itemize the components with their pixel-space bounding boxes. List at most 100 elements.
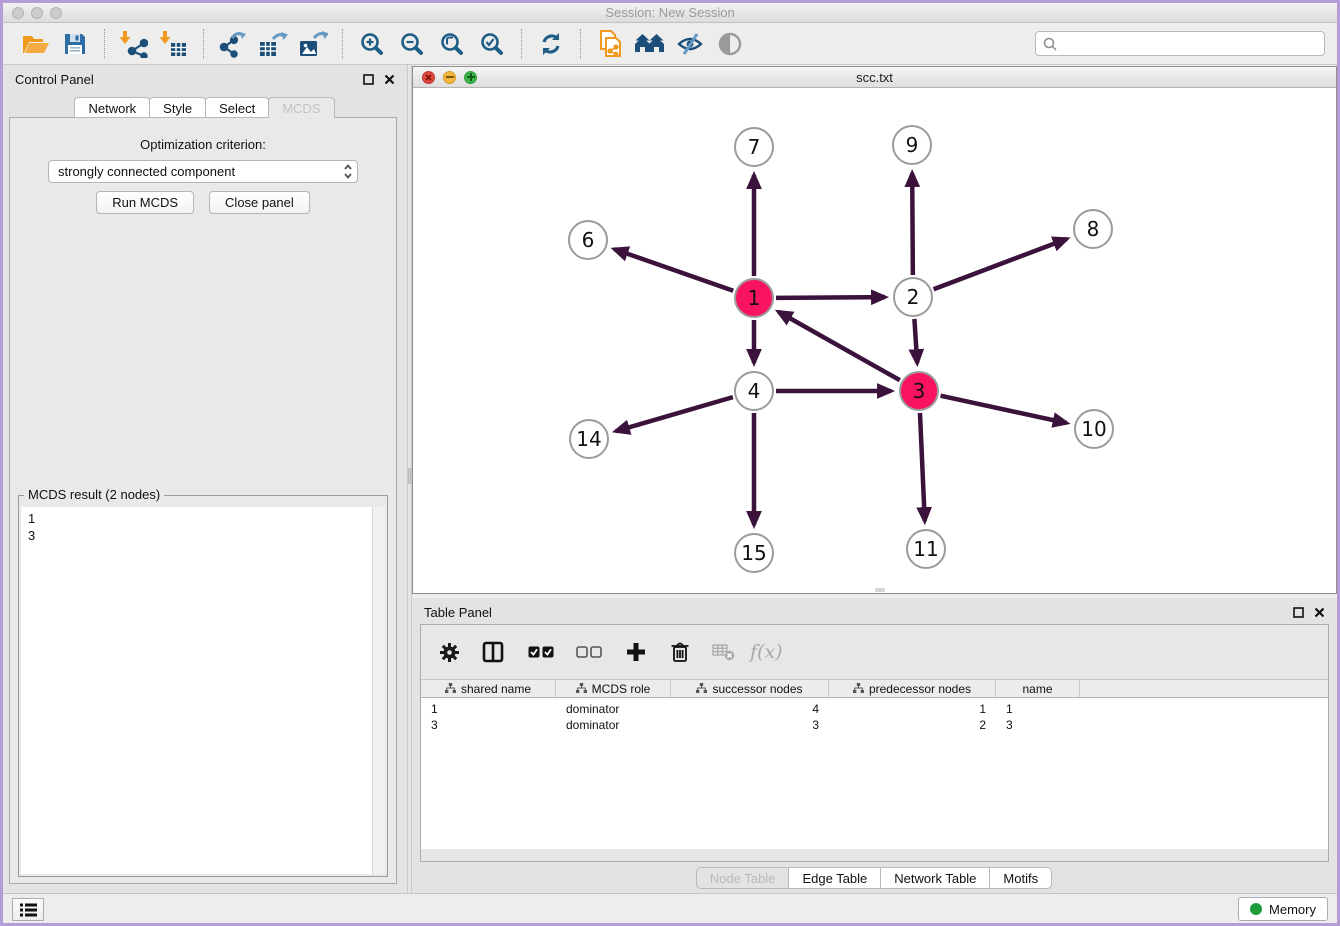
eye-slash-icon[interactable] bbox=[670, 26, 710, 62]
tab-style[interactable]: Style bbox=[149, 97, 206, 118]
tab-mcds[interactable]: MCDS bbox=[268, 97, 334, 118]
graph-node-11[interactable]: 11 bbox=[906, 529, 946, 569]
canvas-resize-grip[interactable] bbox=[875, 588, 885, 592]
table-body: 1dominator4113dominator323 bbox=[421, 698, 1328, 849]
zoom-out-icon[interactable] bbox=[392, 26, 432, 62]
main-toolbar bbox=[3, 23, 1337, 65]
run-mcds-button[interactable]: Run MCDS bbox=[96, 191, 194, 214]
network-view-window: scc.txt 7968124314101511 bbox=[412, 66, 1337, 594]
eye-icon[interactable] bbox=[710, 26, 750, 62]
graph-edge[interactable] bbox=[776, 297, 885, 298]
graph-edge[interactable] bbox=[934, 239, 1067, 289]
mcds-result-item: 3 bbox=[28, 527, 378, 544]
tab-network-table[interactable]: Network Table bbox=[880, 867, 990, 889]
table-cell[interactable]: 3 bbox=[996, 718, 1080, 732]
graph-edge[interactable] bbox=[914, 319, 917, 363]
table-cell[interactable]: dominator bbox=[556, 718, 671, 732]
network-canvas[interactable]: 7 9 6 8 1 2 4 3 14 10 15 11 bbox=[413, 88, 1336, 593]
import-table-icon[interactable] bbox=[154, 26, 194, 62]
table-cell[interactable]: 4 bbox=[671, 702, 829, 716]
graph-node-8[interactable]: 8 bbox=[1073, 209, 1113, 249]
table-cell[interactable]: dominator bbox=[556, 702, 671, 716]
table-cell[interactable]: 1 bbox=[421, 702, 556, 716]
control-panel-title: Control Panel bbox=[15, 72, 94, 87]
optimization-criterion-select[interactable]: strongly connected component bbox=[48, 160, 358, 183]
import-network-icon[interactable] bbox=[114, 26, 154, 62]
split-columns-icon[interactable] bbox=[482, 641, 504, 663]
close-panel-icon[interactable] bbox=[384, 74, 395, 85]
table-cell[interactable]: 1 bbox=[996, 702, 1080, 716]
graph-node-3[interactable]: 3 bbox=[899, 371, 939, 411]
graph-node-1[interactable]: 1 bbox=[734, 278, 774, 318]
tab-select[interactable]: Select bbox=[205, 97, 269, 118]
close-panel-icon[interactable] bbox=[1314, 607, 1325, 618]
graph-edge[interactable] bbox=[920, 413, 925, 521]
window-titlebar: Session: New Session bbox=[3, 3, 1337, 23]
plus-icon[interactable] bbox=[626, 642, 646, 662]
column-label: predecessor nodes bbox=[869, 682, 971, 696]
graph-edge[interactable] bbox=[778, 312, 899, 380]
checkboxes-unchecked-icon[interactable] bbox=[576, 646, 602, 658]
save-session-icon[interactable] bbox=[55, 26, 95, 62]
task-history-button[interactable] bbox=[12, 898, 44, 921]
zoom-selected-icon[interactable] bbox=[472, 26, 512, 62]
table-cell[interactable]: 3 bbox=[421, 718, 556, 732]
main-area: Control Panel NetworkStyleSelectMCDS Opt… bbox=[3, 65, 1337, 893]
export-table-icon[interactable] bbox=[253, 26, 293, 62]
result-scrollbar[interactable] bbox=[372, 507, 385, 874]
float-panel-icon[interactable] bbox=[363, 74, 374, 85]
splitter-grip[interactable] bbox=[408, 468, 411, 484]
export-network-icon[interactable] bbox=[213, 26, 253, 62]
graph-node-7[interactable]: 7 bbox=[734, 127, 774, 167]
memory-label: Memory bbox=[1269, 902, 1316, 917]
tab-network[interactable]: Network bbox=[74, 97, 150, 118]
search-input[interactable] bbox=[1058, 36, 1318, 51]
tab-motifs[interactable]: Motifs bbox=[989, 867, 1052, 889]
graph-node-2[interactable]: 2 bbox=[893, 277, 933, 317]
sitemap-icon bbox=[576, 683, 587, 694]
table-cell[interactable]: 1 bbox=[829, 702, 996, 716]
memory-button[interactable]: Memory bbox=[1238, 897, 1328, 921]
maximize-view-icon[interactable] bbox=[464, 71, 477, 84]
tab-edge-table[interactable]: Edge Table bbox=[788, 867, 881, 889]
mcds-result-list[interactable]: 13 bbox=[21, 507, 385, 874]
table-cell[interactable]: 2 bbox=[829, 718, 996, 732]
table-row[interactable]: 1dominator411 bbox=[421, 701, 1328, 717]
minimize-view-icon[interactable] bbox=[443, 71, 456, 84]
graph-node-15[interactable]: 15 bbox=[734, 533, 774, 573]
tab-node-table[interactable]: Node Table bbox=[696, 867, 790, 889]
close-view-icon[interactable] bbox=[422, 71, 435, 84]
copy-documents-icon[interactable] bbox=[590, 26, 630, 62]
graph-edge[interactable] bbox=[614, 249, 733, 291]
column-header-successor-nodes[interactable]: successor nodes bbox=[671, 680, 829, 697]
close-panel-button[interactable]: Close panel bbox=[209, 191, 310, 214]
zoom-in-icon[interactable] bbox=[352, 26, 392, 62]
column-header-MCDS-role[interactable]: MCDS role bbox=[556, 680, 671, 697]
toolbar-separator bbox=[342, 29, 343, 59]
column-header-shared-name[interactable]: shared name bbox=[421, 680, 556, 697]
graph-node-14[interactable]: 14 bbox=[569, 419, 609, 459]
export-image-icon[interactable] bbox=[293, 26, 333, 62]
refresh-icon[interactable] bbox=[531, 26, 571, 62]
graph-node-9[interactable]: 9 bbox=[892, 125, 932, 165]
zoom-fit-icon[interactable] bbox=[432, 26, 472, 62]
table-tabs: Node TableEdge TableNetwork TableMotifs bbox=[412, 867, 1337, 889]
houses-icon[interactable] bbox=[630, 26, 670, 62]
table-row[interactable]: 3dominator323 bbox=[421, 717, 1328, 733]
checkboxes-checked-icon[interactable] bbox=[528, 646, 554, 658]
graph-node-6[interactable]: 6 bbox=[568, 220, 608, 260]
graph-edge[interactable] bbox=[616, 397, 733, 431]
float-panel-icon[interactable] bbox=[1293, 607, 1304, 618]
list-icon bbox=[20, 903, 37, 917]
column-header-predecessor-nodes[interactable]: predecessor nodes bbox=[829, 680, 996, 697]
gear-icon[interactable] bbox=[439, 642, 460, 663]
graph-node-4[interactable]: 4 bbox=[734, 371, 774, 411]
table-panel-header: Table Panel bbox=[412, 598, 1337, 626]
graph-edge[interactable] bbox=[912, 173, 913, 275]
table-cell[interactable]: 3 bbox=[671, 718, 829, 732]
graph-edge[interactable] bbox=[940, 396, 1066, 423]
open-folder-icon[interactable] bbox=[15, 26, 55, 62]
graph-node-10[interactable]: 10 bbox=[1074, 409, 1114, 449]
column-header-name[interactable]: name bbox=[996, 680, 1080, 697]
trash-icon[interactable] bbox=[670, 641, 690, 663]
